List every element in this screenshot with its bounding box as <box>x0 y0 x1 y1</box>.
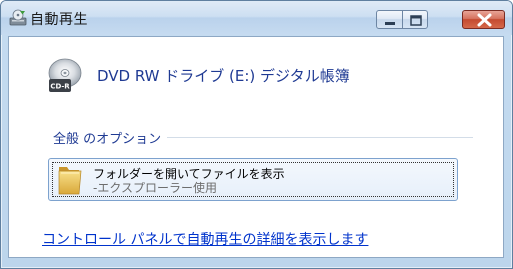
cd-r-disc-icon: CD-R <box>48 58 82 92</box>
window-title: 自動再生 <box>30 12 88 28</box>
device-label: DVD RW ドライブ (E:) デジタル帳簿 <box>97 67 350 85</box>
option-sublabel: -エクスプローラー使用 <box>93 181 217 195</box>
control-panel-autoplay-link[interactable]: コントロール パネルで自動再生の詳細を表示します <box>42 229 368 249</box>
maximize-button[interactable] <box>402 10 428 29</box>
close-icon <box>477 13 492 27</box>
minimize-icon <box>385 22 395 25</box>
autoplay-icon <box>9 9 27 26</box>
minimize-button[interactable] <box>376 10 403 29</box>
autoplay-window: 自動再生 CD-R DVD RW ドライブ (E:) デジタル帳簿 全般 のオプ… <box>0 0 513 269</box>
maximize-icon <box>410 15 422 26</box>
folder-icon <box>58 167 82 195</box>
open-folder-option-button[interactable]: フォルダーを開いてファイルを表示 -エクスプローラー使用 <box>48 158 458 201</box>
cd-r-badge: CD-R <box>50 83 70 91</box>
title-bar[interactable]: 自動再生 <box>1 1 512 35</box>
close-button[interactable] <box>462 10 505 29</box>
content-panel: CD-R DVD RW ドライブ (E:) デジタル帳簿 全般 のオプション フ… <box>8 36 504 258</box>
general-options-heading: 全般 のオプション <box>53 128 168 147</box>
